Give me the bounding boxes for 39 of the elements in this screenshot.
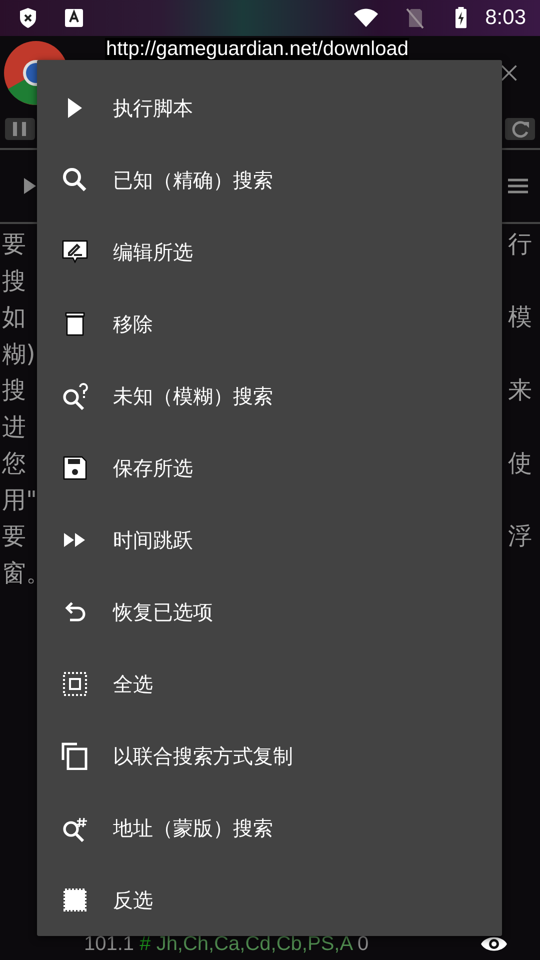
text-fragment: 浮 [508, 521, 532, 552]
menu-item[interactable]: 编辑所选 [37, 216, 502, 288]
search-icon [61, 166, 89, 194]
menu-item[interactable]: 已知（精确）搜索 [37, 144, 502, 216]
shield-icon [18, 7, 38, 29]
menu-item[interactable]: 保存所选 [37, 432, 502, 504]
clock-time: 8:03 [485, 6, 526, 30]
menu-item[interactable]: 未知（模糊）搜索 [37, 360, 502, 432]
wifi-icon [353, 8, 380, 28]
select-all-icon [61, 670, 89, 698]
eye-icon[interactable] [480, 935, 508, 953]
menu-item[interactable]: 地址（蒙版）搜索 [37, 792, 502, 864]
menu-item[interactable]: 执行脚本 [37, 72, 502, 144]
text-fragment: 要 [2, 229, 26, 260]
text-fragment: 来 [508, 375, 532, 406]
menu-item[interactable]: 移除 [37, 288, 502, 360]
text-fragment: 要 [2, 521, 26, 552]
keyboard-icon [64, 7, 84, 29]
text-fragment: 您 [2, 448, 26, 479]
text-fragment: 搜 [2, 266, 26, 296]
url-label: http://gameguardian.net/download [105, 38, 410, 60]
refresh-button[interactable] [505, 118, 535, 140]
text-fragment: 如 [2, 302, 26, 333]
pause-button[interactable] [5, 118, 35, 140]
text-fragment: 模 [508, 302, 532, 333]
text-fragment: 用" [2, 484, 38, 516]
text-fragment: 行 [508, 229, 532, 260]
close-icon[interactable] [500, 64, 518, 82]
no-sim-icon [405, 7, 426, 29]
text-fragment: 搜 [2, 375, 26, 406]
search-question-icon [61, 382, 89, 410]
menu-item[interactable]: 以联合搜索方式复制 [37, 720, 502, 792]
text-fragment: 糊) [2, 338, 36, 370]
text-fragment: 使 [508, 448, 532, 479]
text-fragment: 进 [2, 412, 26, 442]
menu-icon[interactable] [508, 178, 528, 194]
menu-item[interactable]: 全选 [37, 648, 502, 720]
copy-icon [61, 742, 89, 770]
edit-icon [61, 238, 89, 266]
